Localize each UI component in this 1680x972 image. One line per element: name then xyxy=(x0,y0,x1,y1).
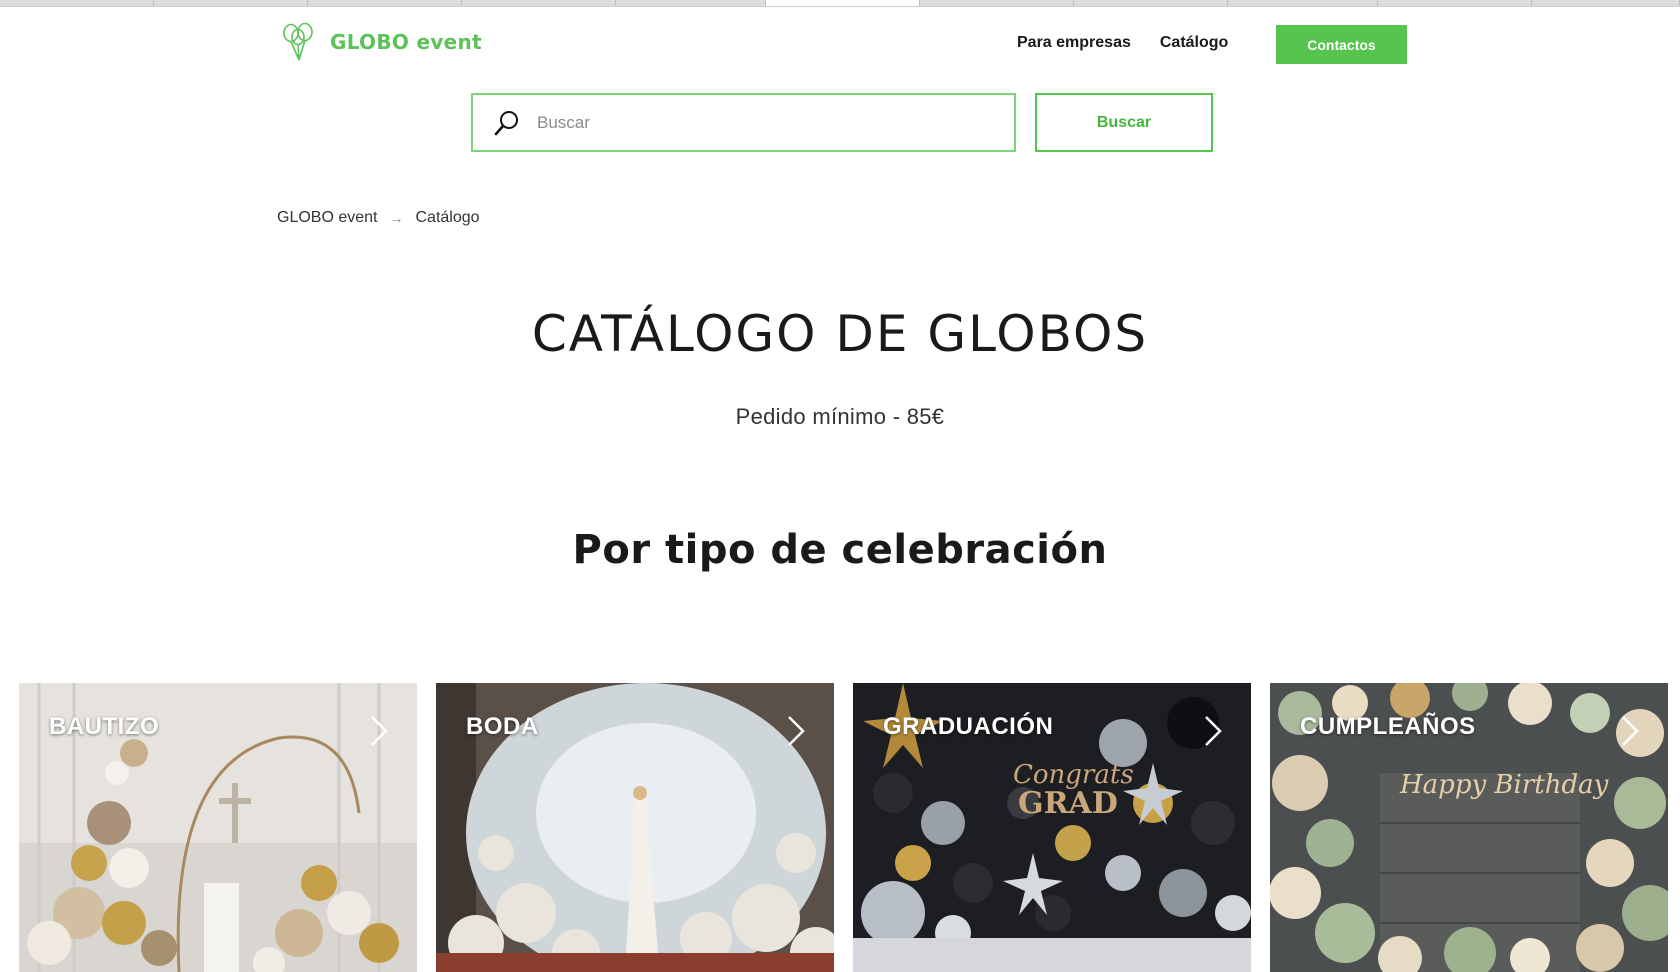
breadcrumb-home-link[interactable]: GLOBO event xyxy=(277,209,378,227)
nav-para-empresas[interactable]: Para empresas xyxy=(1017,34,1131,52)
category-card-boda[interactable]: BODA xyxy=(436,683,834,972)
breadcrumb-current: Catálogo xyxy=(415,209,480,226)
chevron-right-icon xyxy=(371,716,388,746)
browser-tab[interactable] xyxy=(0,0,154,6)
browser-tab[interactable] xyxy=(1228,0,1378,6)
breadcrumb: GLOBO event → Catálogo xyxy=(277,209,480,227)
browser-tab[interactable] xyxy=(1532,0,1680,6)
chevron-right-icon xyxy=(1622,716,1639,746)
category-label: BAUTIZO xyxy=(49,713,160,740)
browser-tab[interactable] xyxy=(1074,0,1228,6)
search-icon[interactable] xyxy=(493,109,521,137)
category-cards: BAUTIZO BODA Congrats GRAD GRADUACIÓN Ha… xyxy=(19,683,1668,972)
browser-tab[interactable] xyxy=(154,0,308,6)
browser-tab[interactable] xyxy=(308,0,462,6)
search-button[interactable]: Buscar xyxy=(1035,93,1213,152)
section-title: Por tipo de celebración xyxy=(572,527,1108,573)
nav-catalogo[interactable]: Catálogo xyxy=(1160,34,1228,52)
category-label: CUMPLEAÑOS xyxy=(1300,713,1476,740)
browser-tab[interactable] xyxy=(1378,0,1532,6)
category-card-bautizo[interactable]: BAUTIZO xyxy=(19,683,417,972)
browser-tab[interactable] xyxy=(462,0,616,6)
chevron-right-icon xyxy=(788,716,805,746)
balloons-logo-icon xyxy=(283,22,313,61)
chevron-right-icon xyxy=(1205,716,1222,746)
browser-tab[interactable] xyxy=(920,0,1074,6)
browser-tab[interactable] xyxy=(616,0,766,6)
page-title: CATÁLOGO DE GLOBOS xyxy=(531,305,1149,363)
svg-text:GRAD: GRAD xyxy=(1018,786,1118,821)
category-card-graduacion[interactable]: Congrats GRAD GRADUACIÓN xyxy=(853,683,1251,972)
browser-tab-active[interactable] xyxy=(766,0,920,6)
search-box xyxy=(471,93,1016,152)
breadcrumb-arrow-icon: → xyxy=(389,210,404,226)
category-label: BODA xyxy=(466,713,539,740)
contactos-button[interactable]: Contactos xyxy=(1276,25,1407,64)
brand-name: GLOBO event xyxy=(330,30,482,54)
main-nav: Para empresas Catálogo xyxy=(1017,34,1228,52)
browser-tab-strip xyxy=(0,0,1680,7)
svg-text:Happy Birthday: Happy Birthday xyxy=(1399,770,1609,800)
search-input[interactable] xyxy=(537,95,1014,150)
minimum-order-text: Pedido mínimo - 85€ xyxy=(735,404,945,429)
category-label: GRADUACIÓN xyxy=(883,713,1054,740)
site-logo[interactable]: GLOBO event xyxy=(280,22,482,62)
category-card-cumpleanos[interactable]: Happy Birthday CUMPLEAÑOS xyxy=(1270,683,1668,972)
